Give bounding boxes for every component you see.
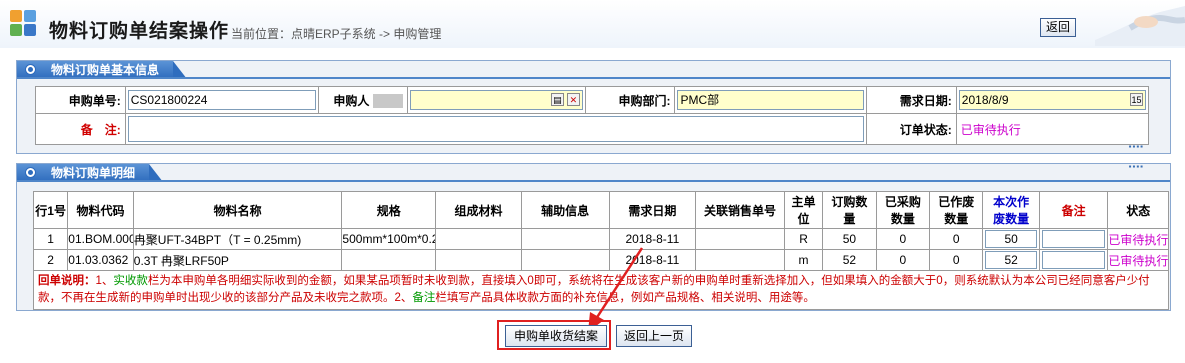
panel-header: 物料订购单基本信息: [17, 61, 1170, 79]
status-value: 已审待执行: [960, 122, 1021, 137]
note-1-prefix: 1、: [95, 275, 114, 287]
basic-info-title: 物料订购单基本信息: [51, 63, 160, 77]
material-code: 01.BOM.000: [67, 228, 134, 250]
col-header: 本次作废数量: [982, 191, 1040, 229]
this-cancel-input[interactable]: 52: [985, 251, 1037, 269]
basic-info-table: 申购单号: CS021800224 申购人 ▤ ✕ 申购部门: PMC部 需求日…: [35, 86, 1150, 145]
close-order-button[interactable]: 申购单收货结案: [505, 325, 607, 347]
col-header: 需求日期: [608, 191, 697, 229]
row-status: 已审待执行: [1107, 228, 1169, 250]
row-status: 已审待执行: [1107, 249, 1169, 271]
material-code: 01.03.0362: [67, 249, 134, 271]
detail-title: 物料订购单明细: [51, 166, 136, 180]
clear-icon[interactable]: ✕: [566, 93, 580, 106]
note-label: 回单说明：: [38, 275, 96, 287]
purchased-qty: 0: [875, 249, 931, 271]
material-name: 0.3T 冉聚LRF50P: [132, 249, 343, 271]
dept-label: 申购部门:: [584, 86, 676, 114]
col-header: 关联销售单号: [695, 191, 785, 229]
this-cancel-input[interactable]: 50: [985, 230, 1037, 248]
handshake-icon: [1095, 6, 1185, 46]
note-2-key: 备注: [412, 292, 436, 304]
col-header: 规格: [341, 191, 437, 229]
back-button[interactable]: 返回: [1040, 18, 1076, 37]
date-field[interactable]: 2018/8/9 15: [958, 90, 1146, 110]
redacted-mask: [373, 94, 404, 109]
applicant-label: 申购人: [333, 93, 370, 108]
panel-divider: [17, 180, 1170, 182]
panel-divider: [17, 77, 1170, 79]
col-header: 组成材料: [435, 191, 522, 229]
col-header: 备注: [1038, 191, 1109, 229]
panel-decoration: ▪▪▪▪: [1128, 162, 1144, 171]
sales-no: [695, 249, 785, 271]
applicant-field[interactable]: ▤ ✕: [410, 90, 583, 110]
basic-info-panel: 物料订购单基本信息 申购单号: CS021800224 申购人 ▤ ✕ 申购部门…: [16, 60, 1171, 154]
purchased-qty: 0: [875, 228, 931, 250]
page-header: 物料订购单结案操作 当前位置：点晴ERP子系统 -> 申购管理 返回: [0, 0, 1185, 48]
cancelled-qty: 0: [929, 228, 984, 250]
date-label: 需求日期:: [866, 86, 957, 114]
col-header: 已采购数量: [875, 191, 931, 229]
date-value: 2018/8/9: [961, 93, 1009, 107]
material: [435, 228, 522, 250]
col-header: 状态: [1107, 191, 1169, 229]
sales-no: [695, 228, 785, 250]
note-1-key: 实收款: [113, 275, 148, 287]
col-header: 行1号: [32, 191, 69, 229]
unit: R: [783, 228, 824, 250]
select-user-icon[interactable]: ▤: [550, 93, 564, 106]
breadcrumb: 当前位置：点晴ERP子系统 -> 申购管理: [231, 27, 442, 41]
row-no: 2: [32, 249, 69, 271]
material-name: 冉聚UFT-34BPT（T = 0.25mm): [132, 228, 343, 250]
col-header: 物料代码: [67, 191, 134, 229]
col-header: 主单位: [783, 191, 824, 229]
back-page-button[interactable]: 返回上一页: [616, 325, 692, 347]
unit: m: [783, 249, 824, 271]
dept-field[interactable]: PMC部: [677, 90, 865, 110]
spec: 500mm*100m*0.2: [341, 228, 437, 250]
remark-input[interactable]: [1041, 230, 1106, 248]
panel-decoration: ▪▪▪▪: [1128, 142, 1144, 151]
bullet-icon: [25, 64, 36, 75]
col-header: 物料名称: [132, 191, 343, 229]
status-label: 订单状态:: [866, 113, 957, 145]
app-logo-icon: [10, 10, 38, 38]
panel-header: 物料订购单明细: [17, 164, 1170, 182]
remark-label: 备 注:: [35, 113, 126, 145]
order-no-field[interactable]: CS021800224: [127, 90, 316, 110]
page-title: 物料订购单结案操作: [49, 21, 230, 42]
col-header: 已作废数量: [929, 191, 984, 229]
order-qty: 52: [822, 249, 877, 271]
bullet-icon: [25, 167, 36, 178]
order-qty: 50: [822, 228, 877, 250]
row-no: 1: [32, 228, 69, 250]
table-header-row: 行1号 物料代码 物料名称 规格 组成材料 辅助信息 需求日期 关联销售单号 主…: [32, 191, 1169, 229]
spec: [341, 249, 437, 271]
remark-input[interactable]: [1041, 251, 1106, 269]
order-no-label: 申购单号:: [35, 86, 126, 114]
cancelled-qty: 0: [929, 249, 984, 271]
material: [435, 249, 522, 271]
remark-textarea[interactable]: [127, 116, 865, 142]
calendar-icon[interactable]: 15: [1130, 93, 1143, 106]
col-header: 订购数量: [822, 191, 877, 229]
col-header: 辅助信息: [520, 191, 610, 229]
